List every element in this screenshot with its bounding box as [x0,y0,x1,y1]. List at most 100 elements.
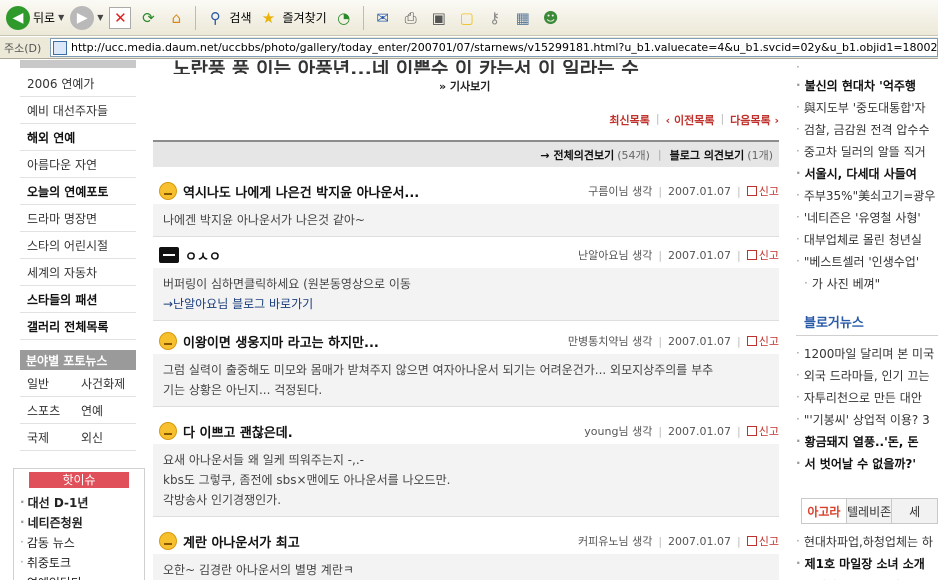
discuss-icon[interactable]: ▢ [456,7,478,29]
report-link[interactable]: 신고 [747,183,779,199]
news-headline[interactable]: 대부업체로 몰린 청년실 [796,228,938,250]
home-icon[interactable]: ⌂ [165,7,187,29]
nav-item[interactable]: 2006 연예가 [20,70,136,97]
agora-item[interactable]: 현대차파업,하청업체는 하 [796,530,938,552]
tab-1[interactable]: 텔레비존 [846,498,893,523]
comment-author: 커피유노님 생각 [577,535,653,548]
meta-divider: | [737,534,741,548]
agora-item[interactable]: 롯데월드,즉각 폐쇄조치 [796,574,938,580]
news-headline[interactable]: '네티즌은 '유영철 사형' [796,206,938,228]
comment-title[interactable]: 계란 아나운서가 최고 [153,532,300,551]
address-field[interactable]: http://ucc.media.daum.net/uccbbs/photo/g… [50,38,938,57]
refresh-icon[interactable]: ⟳ [137,7,159,29]
meta-divider: | [737,184,741,198]
news-headline[interactable]: 검찰, 금감원 전격 압수수 [796,118,938,140]
comment-body: 그럼 실력이 출중해도 미모와 몸매가 받쳐주지 않으면 여자아나운서 되기는 … [153,354,779,407]
nav-item[interactable]: 예비 대선주자들 [20,97,136,124]
next-list-link[interactable]: 다음목록 › [730,112,779,128]
blog-headline[interactable]: 1200마일 달리며 본 미국 [796,342,938,364]
prev-list-link[interactable]: ‹ 이전목록 [666,112,715,128]
agora-item[interactable]: 제1호 마일장 소녀 소개 [796,552,938,574]
read-article-link[interactable]: » 기사보기 [439,78,490,94]
blog-headline[interactable]: 자투리천으로 만든 대안 [796,386,938,408]
nav-item[interactable]: 세계의 자동차 [20,259,136,286]
history-icon[interactable]: ◔ [333,7,355,29]
comment-title[interactable]: 역시나도 나에게 나은건 박지윤 아나운서... [153,182,419,201]
blog-comments-count: (1개) [747,148,773,162]
research-icon[interactable]: ▦ [512,7,534,29]
category-item[interactable]: 일반 [20,370,74,397]
comment-header: ㅇㅅㅇ 난알아요님 생각 | 2007.01.07 | 신고 [153,242,779,268]
blog-headline[interactable]: 외국 드라마들, 인기 끄는 [796,364,938,386]
back-button[interactable]: ◀ 뒤로 ▼ [6,5,64,30]
news-headline[interactable]: 서울시, 다세대 사들여 [796,162,938,184]
nav-top-edge [20,60,136,68]
hot-issue-item[interactable]: 네티즌청원 [20,512,138,532]
messenger-icon[interactable]: ☻ [540,7,562,29]
report-link[interactable]: 신고 [747,423,779,439]
news-headline[interactable]: 가 사진 베껴" [796,272,938,294]
comment-title[interactable]: 다 이쁘고 괜찮은데. [153,422,293,441]
nav-item[interactable]: 오늘의 연예포토 [20,178,136,205]
category-item[interactable]: 스포츠 [20,397,74,424]
key-icon[interactable]: ⚷ [484,7,506,29]
favorites-button[interactable]: ★ 즐겨찾기 [258,7,327,29]
news-headline[interactable]: 불신의 현대차 '억주행 [796,74,938,96]
comment-date: 2007.01.07 [668,248,732,262]
hot-issue-item[interactable]: 연예인닷다 [20,572,138,580]
all-comments-link[interactable]: → 전체의견보기 [540,147,614,163]
blog-headline[interactable]: "'기봉씨' 상업적 이용? 3 [796,408,938,430]
meta-divider: | [737,424,741,438]
hot-issue-item[interactable]: 취중토크 [20,552,138,572]
news-headline[interactable]: 중고차 딜러의 알뜰 직거 [796,140,938,162]
print-icon[interactable]: ⎙ [400,7,422,29]
comment-body: 오한~ 김경란 아나운서의 별명 계란ㅋ [153,554,779,580]
address-url: http://ucc.media.daum.net/uccbbs/photo/g… [71,41,938,54]
comment-text-line: 그럼 실력이 출중해도 미모와 몸매가 받쳐주지 않으면 여자아나운서 되기는 … [163,363,714,377]
tab-2[interactable]: 세 [892,498,938,523]
latest-list-link[interactable]: 최신목록 [609,112,649,128]
nav-item[interactable]: 드라마 명장면 [20,205,136,232]
nav-item[interactable]: 해외 연예 [20,124,136,151]
back-label: 뒤로 [33,11,56,25]
comment-item: 다 이쁘고 괜찮은데. young님 생각 | 2007.01.07 | 신고 요새 아나운… [153,418,779,517]
nav-item[interactable]: 갤러리 전체목록 [20,313,136,340]
hot-issue-item[interactable]: 감동 뉴스 [20,532,138,552]
category-item[interactable]: 외신 [74,424,136,451]
news-headline[interactable]: 주부35%"美쇠고기=광우 [796,184,938,206]
nav-item[interactable]: 스타의 어린시절 [20,232,136,259]
nav-item[interactable]: 아름다운 자연 [20,151,136,178]
blog-link[interactable]: →난알아요님 블로그 바로가기 [163,294,769,314]
tab-0[interactable]: 아고라 [801,498,847,523]
forward-button[interactable]: ▶ ▼ [70,5,103,30]
meta-divider: | [658,424,663,438]
hot-issue-box: 핫이슈 대선 D-1년네티즌청원감동 뉴스취중토크연예인닷다 [13,468,145,580]
comment-text-line: 요새 아나운서들 왜 일케 띄워주는지 -,.- [163,453,364,467]
category-item[interactable]: 국제 [20,424,74,451]
edit-icon[interactable]: ▣ [428,7,450,29]
blog-news-header[interactable]: 블로거뉴스 [796,308,938,336]
comment-summary-bar: → 전체의견보기 (54개) | 블로그 의견보기 (1개) [153,140,779,167]
news-headline[interactable]: "베스트셀러 '인생수업' [796,250,938,272]
blog-icon [159,247,179,263]
mail-icon[interactable]: ✉ [372,7,394,29]
forward-arrow-icon: ▶ [70,5,95,30]
comment-author: young님 생각 [584,425,653,438]
meta-divider: | [737,248,741,262]
category-item[interactable]: 연예 [74,397,136,424]
blog-comments-link[interactable]: 블로그 의견보기 [670,147,745,163]
comment-title[interactable]: 이왕이면 생웅지마 라고는 하지만... [153,332,379,351]
category-item[interactable]: 사건화제 [74,370,136,397]
comment-title[interactable]: ㅇㅅㅇ [153,246,221,265]
right-sidebar: 불신의 현대차 '억주행與지도부 '중도대통합'자검찰, 금감원 전격 압수수중… [796,60,938,580]
blog-headline[interactable]: 서 벗어날 수 없을까?' [796,452,938,474]
hot-issue-item[interactable]: 대선 D-1년 [20,492,138,512]
nav-item[interactable]: 스타들의 패션 [20,286,136,313]
stop-icon[interactable]: ✕ [109,6,132,29]
report-link[interactable]: 신고 [747,333,779,349]
report-link[interactable]: 신고 [747,247,779,263]
search-button[interactable]: ⚲ 검색 [204,7,252,29]
report-link[interactable]: 신고 [747,533,779,549]
news-headline[interactable]: 與지도부 '중도대통합'자 [796,96,938,118]
blog-headline[interactable]: 황금돼지 열풍..'돈, 돈 [796,430,938,452]
